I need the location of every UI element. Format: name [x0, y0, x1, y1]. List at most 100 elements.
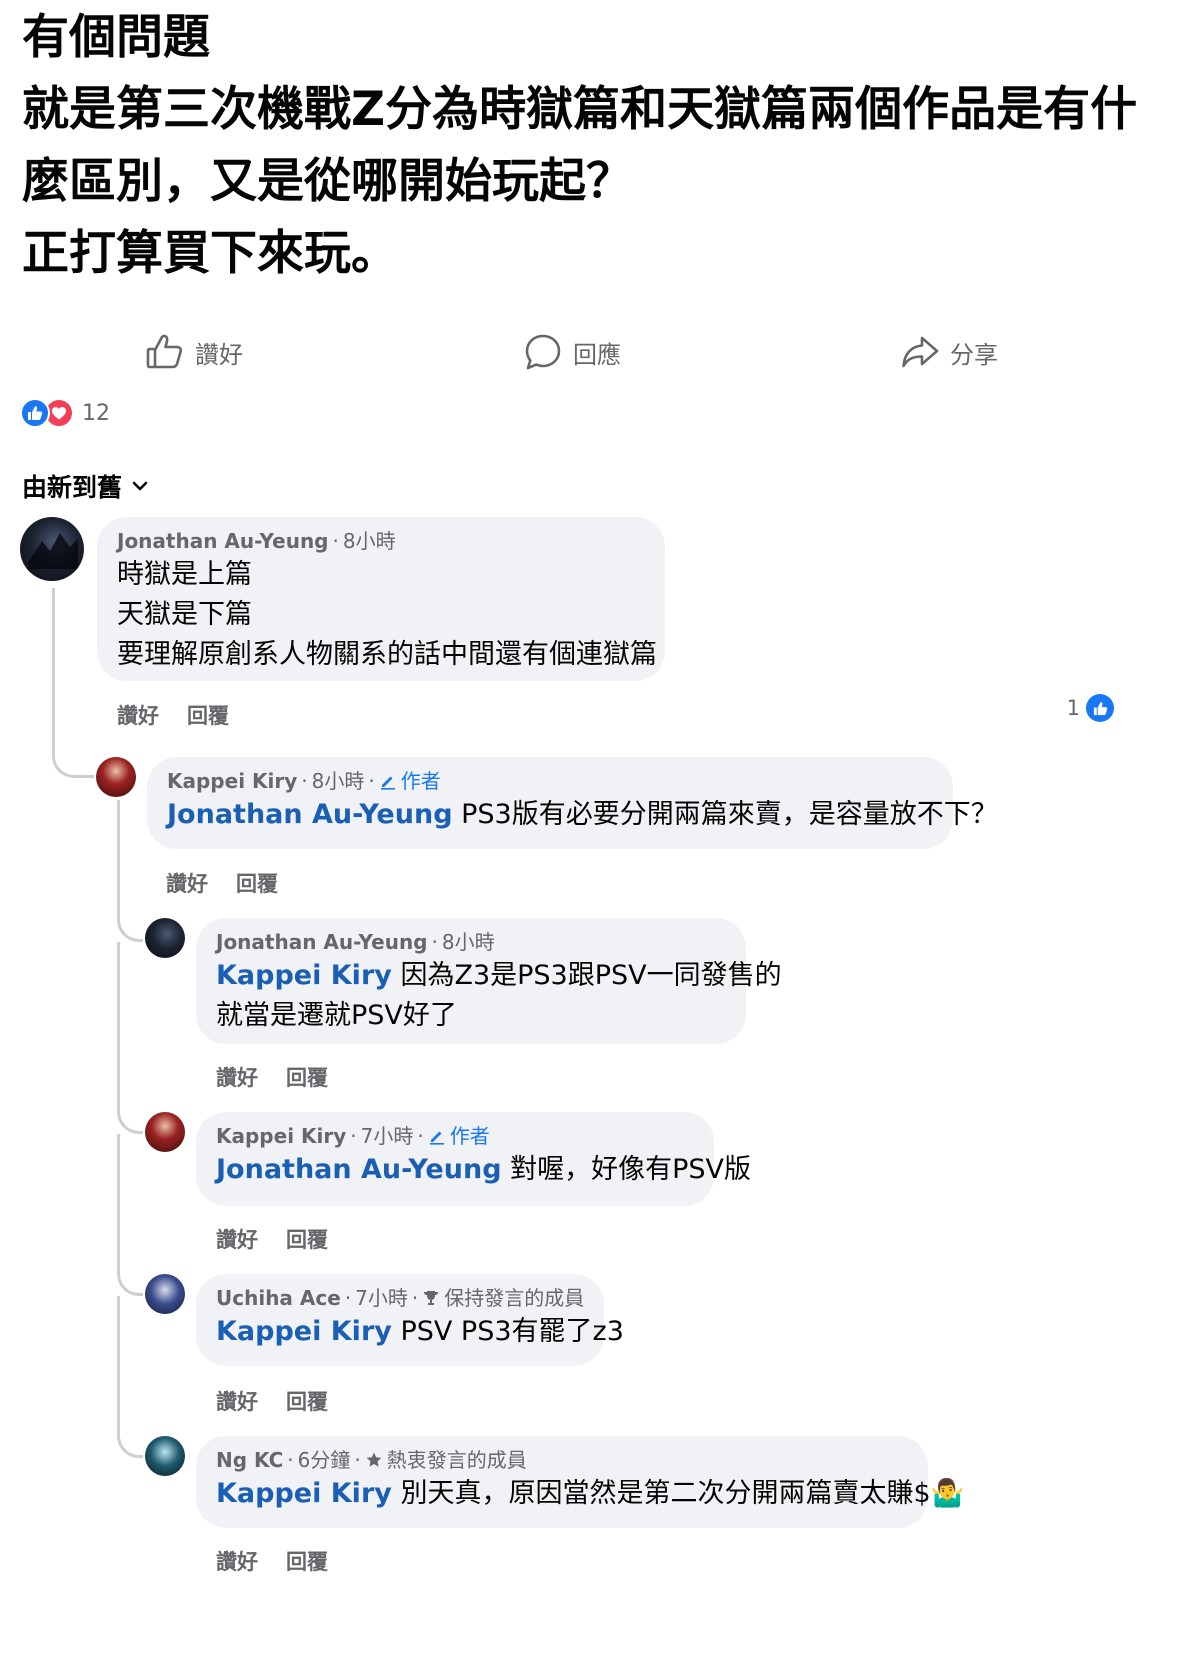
avatar[interactable] — [145, 918, 185, 958]
comment-text-line: 要理解原創系人物關系的話中間還有個連獄篇 — [117, 639, 657, 670]
like-count-number: 1 — [1066, 696, 1080, 720]
comment-text-line: PSV PS3有罷了z3 — [400, 1316, 624, 1347]
comment-like-button[interactable]: 讚好 — [216, 1224, 258, 1254]
avatar[interactable] — [96, 757, 136, 797]
thread-line — [117, 942, 120, 1108]
comment-author[interactable]: Ng KC — [216, 1446, 283, 1474]
author-badge: 作者 — [428, 1122, 490, 1150]
comment-actions: 讚好 回覆 — [166, 868, 278, 898]
post-line: 麼區別，又是從哪開始玩起？ — [22, 154, 633, 209]
like-button[interactable]: 讚好 — [145, 332, 243, 372]
comment-like-button[interactable]: 讚好 — [216, 1062, 258, 1092]
comment-like-button[interactable]: 讚好 — [117, 700, 159, 730]
comment-text-line: 就當是遷就PSV好了 — [216, 1000, 457, 1031]
share-button[interactable]: 分享 — [900, 332, 998, 372]
chevron-down-icon — [132, 481, 148, 491]
comment-bubble: Kappei Kiry · 8小時 · 作者 Jonathan Au-Yeung… — [147, 757, 998, 849]
badge-label: 作者 — [449, 1124, 490, 1148]
comment-bubble: Jonathan Au-Yeung · 8小時 時獄是上篇 天獄是下篇 要理解原… — [97, 517, 665, 681]
member-badge: 熱衷發言的成員 — [365, 1446, 527, 1474]
pencil-icon — [429, 1131, 444, 1145]
thread-connector — [117, 912, 143, 942]
comment-time[interactable]: 7小時 — [361, 1122, 414, 1150]
member-badge: 保持發言的成員 — [422, 1284, 584, 1312]
comment-time[interactable]: 8小時 — [312, 767, 365, 795]
mention-link[interactable]: Jonathan Au-Yeung — [216, 1154, 502, 1185]
pencil-icon — [380, 776, 395, 790]
thread-connector — [52, 750, 94, 778]
comment-reply-button[interactable]: 回覆 — [286, 1062, 328, 1092]
comment-text-line: 天獄是下篇 — [117, 599, 252, 630]
comment-time[interactable]: 6分鐘 — [298, 1446, 351, 1474]
avatar[interactable] — [145, 1436, 185, 1476]
comment-author[interactable]: Uchiha Ace — [216, 1284, 341, 1312]
comment-like-button[interactable]: 讚好 — [166, 868, 208, 898]
post-line: 就是第三次機戰Z分為時獄篇和天獄篇兩個作品是有什 — [22, 82, 1138, 137]
comment-icon — [525, 334, 561, 370]
post-line: 正打算買下來玩。 — [22, 226, 398, 281]
avatar[interactable] — [20, 517, 84, 581]
comment-time[interactable]: 8小時 — [442, 928, 495, 956]
share-label: 分享 — [950, 340, 998, 369]
comment-like-button[interactable]: 讚好 — [216, 1546, 258, 1576]
comment-text-line: 因為Z3是PS3跟PSV一同發售的 — [400, 960, 782, 991]
comment-text-line: PS3版有必要分開兩篇來賣，是容量放不下？ — [461, 799, 998, 830]
post-action-bar: 讚好 回應 分享 — [0, 320, 1200, 390]
thread-line — [52, 588, 55, 754]
author-badge: 作者 — [379, 767, 441, 795]
comment-author[interactable]: Jonathan Au-Yeung — [216, 928, 428, 956]
comment-bubble: Ng KC · 6分鐘 · 熱衷發言的成員 Kappei Kiry 別天真，原因… — [196, 1436, 964, 1528]
comment-actions: 讚好 回覆 — [216, 1386, 328, 1416]
comment-like-count[interactable]: 1 — [1067, 694, 1114, 722]
comment-bubble: Jonathan Au-Yeung · 8小時 Kappei Kiry 因為Z3… — [196, 918, 782, 1044]
comment-time[interactable]: 7小時 — [355, 1284, 408, 1312]
comment-reply-button[interactable]: 回覆 — [187, 700, 229, 730]
comment-bubble: Kappei Kiry · 7小時 · 作者 Jonathan Au-Yeung… — [196, 1112, 751, 1206]
avatar[interactable] — [145, 1112, 185, 1152]
reaction-count: 12 — [82, 400, 110, 426]
thumbs-up-icon — [146, 334, 183, 369]
thread-connector — [117, 1266, 143, 1296]
badge-label: 作者 — [400, 769, 441, 793]
post-text: 有個問題 就是第三次機戰Z分為時獄篇和天獄篇兩個作品是有什 麼區別，又是從哪開始… — [22, 2, 1182, 290]
mention-link[interactable]: Kappei Kiry — [216, 1478, 392, 1509]
comment-reply-button[interactable]: 回覆 — [286, 1224, 328, 1254]
comment-actions: 讚好 回覆 — [216, 1224, 328, 1254]
comment-reply-button[interactable]: 回覆 — [286, 1546, 328, 1576]
share-icon — [902, 336, 939, 368]
comment-time[interactable]: 8小時 — [343, 527, 396, 555]
like-reaction-icon — [1086, 694, 1114, 722]
thread-connector — [117, 1104, 143, 1134]
comment-like-button[interactable]: 讚好 — [216, 1386, 258, 1416]
sort-label: 由新到舊 — [22, 473, 123, 502]
comment-text-line: 對喔，好像有PSV版 — [510, 1154, 752, 1185]
reaction-summary[interactable]: 12 — [20, 398, 110, 428]
thread-line — [117, 1134, 120, 1270]
trophy-icon — [424, 1291, 439, 1305]
comment-label: 回應 — [573, 340, 621, 369]
comment-author[interactable]: Jonathan Au-Yeung — [117, 527, 329, 555]
avatar[interactable] — [145, 1274, 185, 1314]
badge-label: 保持發言的成員 — [444, 1286, 585, 1310]
comment-reply-button[interactable]: 回覆 — [286, 1386, 328, 1416]
comment-reply-button[interactable]: 回覆 — [236, 868, 278, 898]
like-reaction-icon — [20, 398, 50, 428]
comment-button[interactable]: 回應 — [523, 332, 621, 372]
badge-label: 熱衷發言的成員 — [386, 1448, 527, 1472]
comment-actions: 讚好 回覆 — [117, 700, 229, 730]
comment-text-line: 別天真，原因當然是第二次分開兩篇賣太賺$🤷‍♂️ — [400, 1478, 965, 1509]
mention-link[interactable]: Kappei Kiry — [216, 960, 392, 991]
comment-sort-dropdown[interactable]: 由新到舊 — [22, 468, 148, 504]
comment-text-line: 時獄是上篇 — [117, 559, 252, 590]
mention-link[interactable]: Kappei Kiry — [216, 1316, 392, 1347]
comment-bubble: Uchiha Ace · 7小時 · 保持發言的成員 Kappei Kiry P… — [196, 1274, 624, 1366]
comment-author[interactable]: Kappei Kiry — [167, 767, 297, 795]
star-icon — [366, 1452, 382, 1467]
mention-link[interactable]: Jonathan Au-Yeung — [167, 799, 453, 830]
comment-actions: 讚好 回覆 — [216, 1062, 328, 1092]
like-label: 讚好 — [195, 340, 243, 369]
thread-line — [117, 1296, 120, 1432]
comment-author[interactable]: Kappei Kiry — [216, 1122, 346, 1150]
thread-line — [117, 800, 120, 918]
comment-actions: 讚好 回覆 — [216, 1546, 328, 1576]
